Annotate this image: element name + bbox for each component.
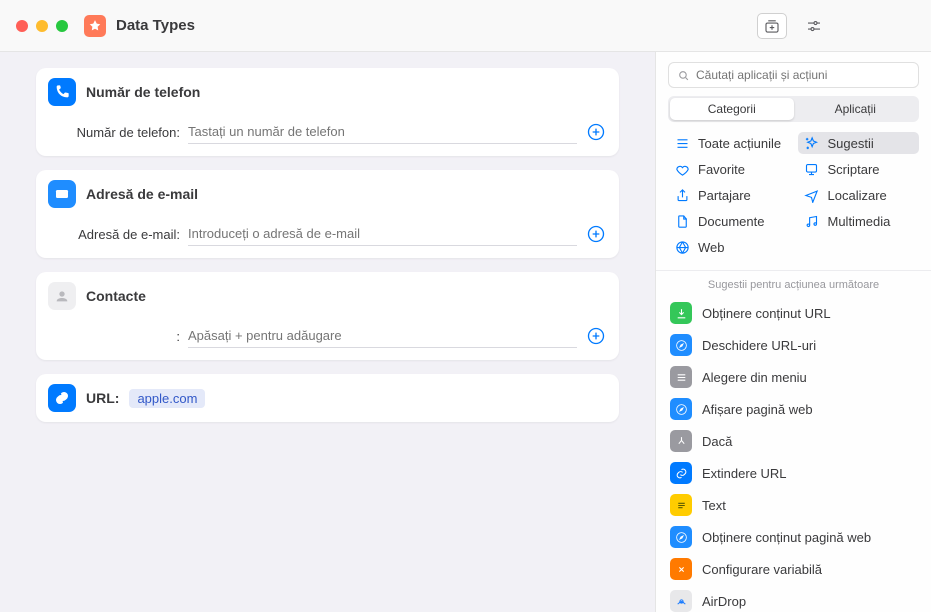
contacts-icon — [48, 282, 76, 310]
category-label: Scriptare — [828, 162, 880, 177]
suggestion-item[interactable]: Obținere conținut pagină web — [656, 521, 931, 553]
category-icon — [674, 135, 690, 151]
suggestion-label: Alegere din meniu — [702, 370, 807, 385]
suggestion-item[interactable]: Text — [656, 489, 931, 521]
minimize-window-button[interactable] — [36, 20, 48, 32]
category-icon — [804, 187, 820, 203]
category-item[interactable]: Multimedia — [798, 210, 920, 232]
suggestion-icon — [670, 366, 692, 388]
field-label: Număr de telefon: — [48, 125, 180, 140]
window-controls — [16, 20, 68, 32]
suggestions-heading: Sugestii pentru acțiunea următoare — [656, 270, 931, 297]
action-card-email[interactable]: Adresă de e-mail Adresă de e-mail: — [36, 170, 619, 258]
category-label: Sugestii — [828, 136, 874, 151]
shortcut-title: Data Types — [116, 17, 195, 34]
zoom-window-button[interactable] — [56, 20, 68, 32]
suggestion-label: Deschidere URL-uri — [702, 338, 816, 353]
suggestion-icon — [670, 526, 692, 548]
suggestion-item[interactable]: Afișare pagină web — [656, 393, 931, 425]
suggestion-label: Obținere conținut pagină web — [702, 530, 871, 545]
category-icon — [674, 187, 690, 203]
suggestion-label: Obținere conținut URL — [702, 306, 831, 321]
phone-input[interactable] — [188, 120, 577, 144]
sidebar-toolbar — [655, 0, 931, 52]
url-label: URL: — [86, 390, 119, 406]
category-icon — [804, 213, 820, 229]
suggestion-item[interactable]: Deschidere URL-uri — [656, 329, 931, 361]
suggestion-label: Afișare pagină web — [702, 402, 813, 417]
suggestion-item[interactable]: AirDrop — [656, 585, 931, 612]
suggestion-icon — [670, 558, 692, 580]
add-button[interactable] — [585, 223, 607, 245]
category-item[interactable]: Sugestii — [798, 132, 920, 154]
category-item[interactable]: Partajare — [668, 184, 790, 206]
action-title: Adresă de e-mail — [86, 186, 198, 202]
category-item[interactable]: Web — [668, 236, 790, 258]
category-icon — [804, 161, 820, 177]
sidebar: Categorii Aplicații Toate acțiunile Suges… — [655, 52, 931, 612]
category-icon — [674, 213, 690, 229]
email-input[interactable] — [188, 222, 577, 246]
suggestion-icon — [670, 494, 692, 516]
category-item[interactable]: Localizare — [798, 184, 920, 206]
suggestion-item[interactable]: Extindere URL — [656, 457, 931, 489]
category-label: Web — [698, 240, 725, 255]
settings-sliders-button[interactable] — [799, 13, 829, 39]
category-icon — [804, 135, 820, 151]
search-input[interactable] — [696, 68, 910, 82]
shortcut-app-icon — [84, 15, 106, 37]
suggestion-label: AirDrop — [702, 594, 746, 609]
suggestion-item[interactable]: Dacă — [656, 425, 931, 457]
suggestion-icon — [670, 590, 692, 612]
suggestion-label: Configurare variabilă — [702, 562, 822, 577]
suggestion-icon — [670, 430, 692, 452]
suggestion-item[interactable]: Configurare variabilă — [656, 553, 931, 585]
suggestion-icon — [670, 334, 692, 356]
category-label: Toate acțiunile — [698, 136, 781, 151]
suggestion-icon — [670, 302, 692, 324]
category-item[interactable]: Favorite — [668, 158, 790, 180]
seg-categories[interactable]: Categorii — [670, 98, 794, 120]
search-field[interactable] — [668, 62, 919, 88]
action-title: Contacte — [86, 288, 146, 304]
category-item[interactable]: Documente — [668, 210, 790, 232]
suggestion-icon — [670, 462, 692, 484]
suggestion-label: Extindere URL — [702, 466, 787, 481]
add-button[interactable] — [585, 121, 607, 143]
category-label: Documente — [698, 214, 764, 229]
workflow-canvas[interactable]: Număr de telefon Număr de telefon: Adres… — [0, 52, 655, 612]
category-label: Localizare — [828, 188, 887, 203]
link-icon — [48, 384, 76, 412]
category-icon — [674, 239, 690, 255]
action-card-contacts[interactable]: Contacte : — [36, 272, 619, 360]
contacts-input[interactable] — [188, 324, 577, 348]
url-token[interactable]: apple.com — [129, 389, 205, 408]
suggestion-label: Dacă — [702, 434, 732, 449]
category-label: Partajare — [698, 188, 751, 203]
library-button[interactable] — [757, 13, 787, 39]
field-label: Adresă de e-mail: — [48, 227, 180, 242]
phone-icon — [48, 78, 76, 106]
action-card-url[interactable]: URL: apple.com — [36, 374, 619, 422]
category-item[interactable]: Scriptare — [798, 158, 920, 180]
action-card-phone[interactable]: Număr de telefon Număr de telefon: — [36, 68, 619, 156]
add-button[interactable] — [585, 325, 607, 347]
suggestion-label: Text — [702, 498, 726, 513]
suggestion-item[interactable]: Alegere din meniu — [656, 361, 931, 393]
seg-apps[interactable]: Aplicații — [794, 98, 918, 120]
field-label: : — [48, 329, 180, 344]
suggestion-item[interactable]: Obținere conținut URL — [656, 297, 931, 329]
search-icon — [677, 69, 690, 82]
action-title: Număr de telefon — [86, 84, 200, 100]
suggestion-icon — [670, 398, 692, 420]
segmented-control[interactable]: Categorii Aplicații — [668, 96, 919, 122]
category-icon — [674, 161, 690, 177]
category-label: Favorite — [698, 162, 745, 177]
mail-icon — [48, 180, 76, 208]
category-item[interactable]: Toate acțiunile — [668, 132, 790, 154]
close-window-button[interactable] — [16, 20, 28, 32]
category-label: Multimedia — [828, 214, 891, 229]
